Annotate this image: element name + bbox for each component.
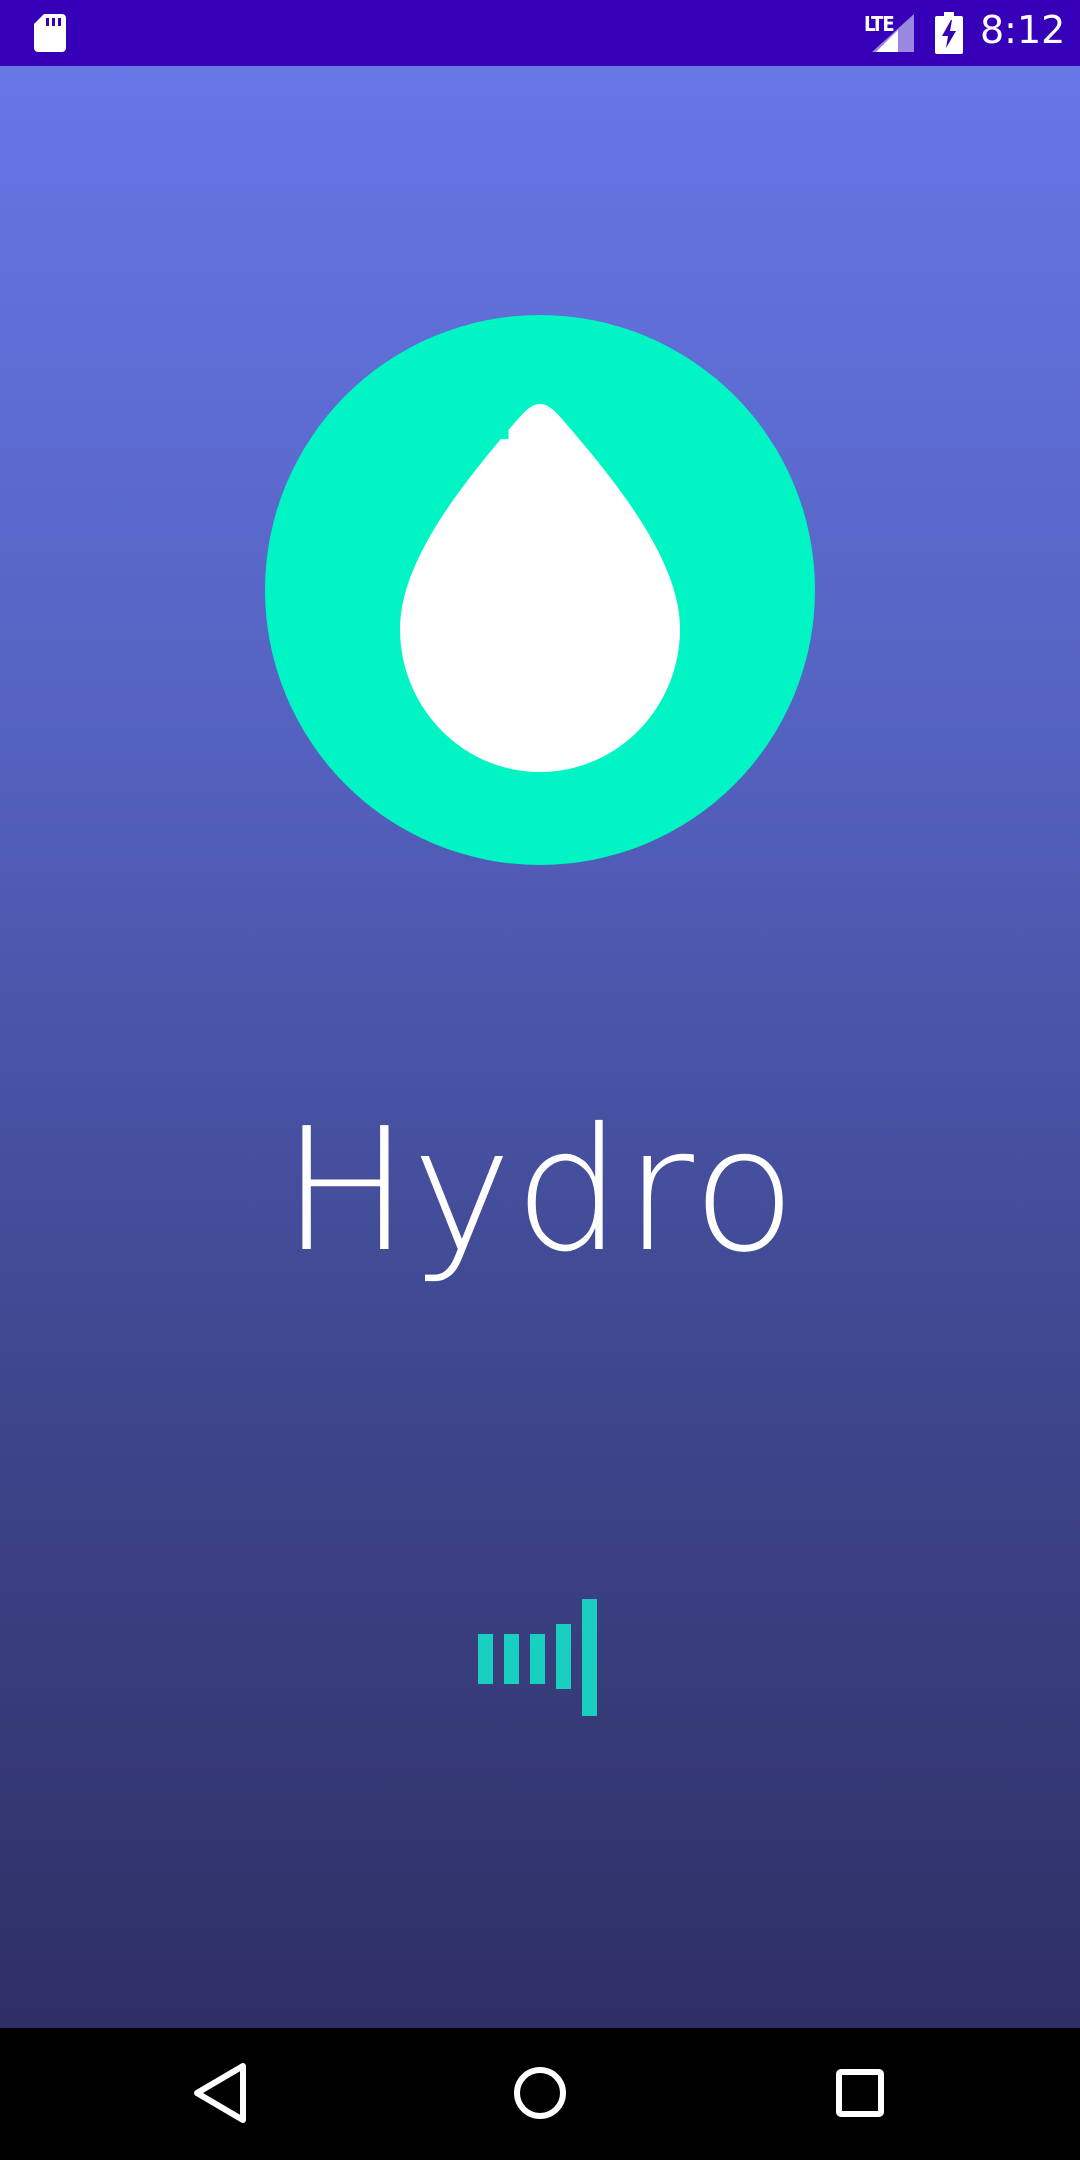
recents-button[interactable] [825, 2058, 895, 2128]
app-title: Hydro [281, 1092, 799, 1290]
water-drop-icon [400, 404, 680, 772]
splash-content: Hydro [0, 66, 1080, 2028]
battery-charging-icon [935, 12, 963, 54]
sd-card-icon [34, 14, 66, 52]
status-bar: LTE 8:12 [0, 0, 1080, 66]
splash-screen: LTE 8:12 Hydro [0, 0, 1080, 2160]
lte-signal-icon [872, 14, 914, 52]
loading-bars-icon [478, 1599, 597, 1716]
back-button[interactable] [185, 2058, 255, 2128]
navigation-bar [0, 2028, 1080, 2160]
clock: 8:12 [980, 8, 1066, 52]
home-button[interactable] [505, 2058, 575, 2128]
